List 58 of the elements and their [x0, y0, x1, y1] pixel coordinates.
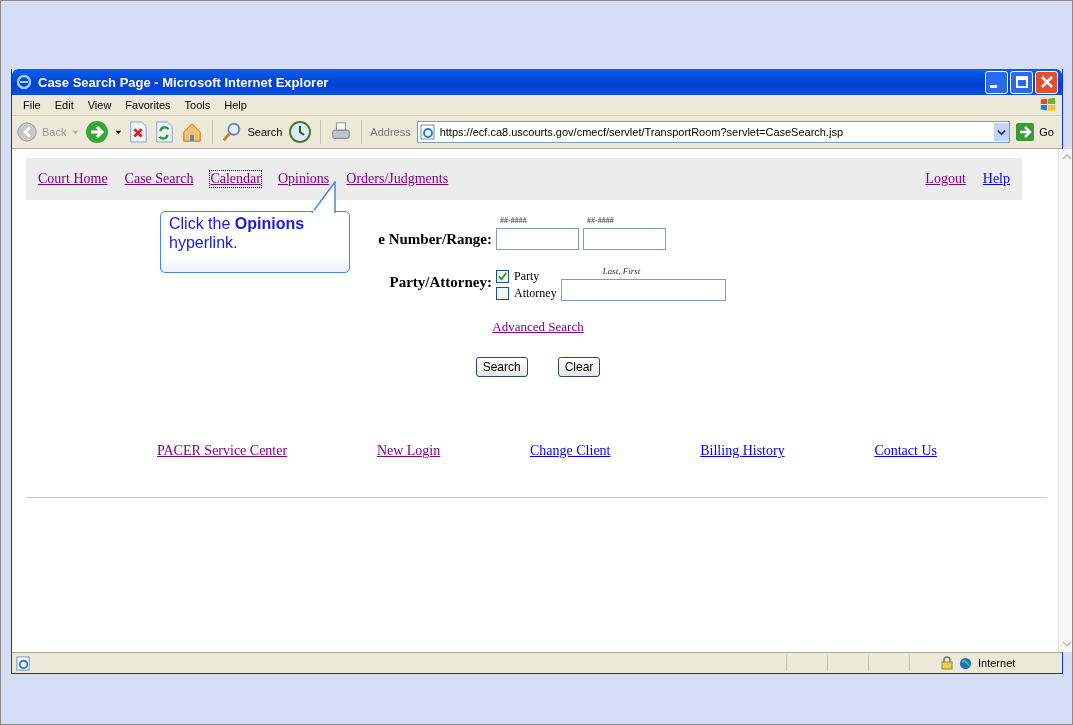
- maximize-button[interactable]: [1010, 70, 1033, 94]
- nav-link[interactable]: Court Home: [38, 171, 108, 187]
- case-number-field[interactable]: [583, 228, 666, 250]
- footer-link[interactable]: New Login: [376, 443, 441, 459]
- form-button[interactable]: Clear: [557, 357, 601, 377]
- go-arrow-icon: [1016, 123, 1035, 141]
- menu-item[interactable]: Edit: [47, 99, 81, 111]
- case-number-label: e Number/Range:: [378, 231, 492, 248]
- nav-link[interactable]: Case Search: [124, 171, 194, 187]
- case-number-field[interactable]: [496, 228, 579, 250]
- page-icon: [16, 655, 31, 671]
- dropdown-button[interactable]: [994, 123, 1010, 141]
- nav-link[interactable]: Calendar: [210, 171, 261, 187]
- party-attorney-label: Party/Attorney:: [389, 274, 492, 291]
- menu-item[interactable]: File: [16, 99, 48, 111]
- forward-icon[interactable]: [85, 120, 110, 144]
- nav-link[interactable]: Opinions: [277, 171, 330, 187]
- refresh-icon[interactable]: [154, 121, 175, 143]
- url-text: https://ecf.ca8.uscourts.gov/cmecf/servlet/TransportRoom?servlet=CaseSearch.jsp: [439, 126, 845, 138]
- name-hint: Last, First: [601, 266, 642, 276]
- stop-icon[interactable]: [128, 121, 149, 143]
- minimize-icon: [990, 84, 997, 88]
- globe-icon: [959, 656, 972, 670]
- security-zone-label: Internet: [978, 657, 1017, 669]
- checkbox-label: Party: [514, 269, 540, 284]
- nav-link[interactable]: Orders/Judgments: [346, 171, 449, 187]
- footer-link[interactable]: Change Client: [530, 443, 611, 459]
- windows-flag-icon: [1038, 96, 1058, 114]
- footer-link[interactable]: Billing History: [700, 443, 785, 459]
- footer-link[interactable]: PACER Service Center: [157, 443, 288, 459]
- padlock-icon: [941, 656, 953, 670]
- menu-item[interactable]: Tools: [177, 99, 218, 111]
- address-label: Address: [370, 126, 411, 138]
- chevron-down-icon: [997, 127, 1007, 137]
- caret-icon: [115, 128, 123, 136]
- advanced-search-link[interactable]: Advanced Search: [492, 319, 584, 335]
- menu-item[interactable]: Help: [217, 99, 254, 111]
- menu-item[interactable]: Favorites: [118, 99, 178, 111]
- close-button[interactable]: [1035, 70, 1058, 94]
- format-hint: ##-####: [586, 216, 615, 225]
- checkbox-label: Attorney: [514, 286, 557, 301]
- go-button[interactable]: Go: [1016, 123, 1054, 141]
- checkbox[interactable]: [496, 287, 509, 300]
- address-field[interactable]: https://ecf.ca8.uscourts.gov/cmecf/servlet/TransportRoom?servlet=CaseSearch.jsp: [416, 121, 1011, 143]
- name-field[interactable]: [560, 279, 726, 301]
- form-button[interactable]: Search: [475, 357, 528, 377]
- footer-link[interactable]: Contact Us: [874, 443, 937, 459]
- minimize-button[interactable]: [985, 70, 1008, 94]
- window-title: Case Search Page - Microsoft Internet Explorer: [38, 74, 329, 90]
- search-button[interactable]: Search: [221, 121, 283, 143]
- page-icon: [419, 124, 436, 140]
- history-icon[interactable]: [288, 120, 313, 144]
- format-hint: ##-####: [499, 216, 528, 225]
- nav-link[interactable]: Help: [982, 171, 1010, 187]
- caret-icon: [72, 128, 80, 136]
- checkbox[interactable]: [496, 270, 509, 283]
- nav-link[interactable]: Logout: [925, 171, 966, 187]
- menu-item[interactable]: View: [80, 99, 119, 111]
